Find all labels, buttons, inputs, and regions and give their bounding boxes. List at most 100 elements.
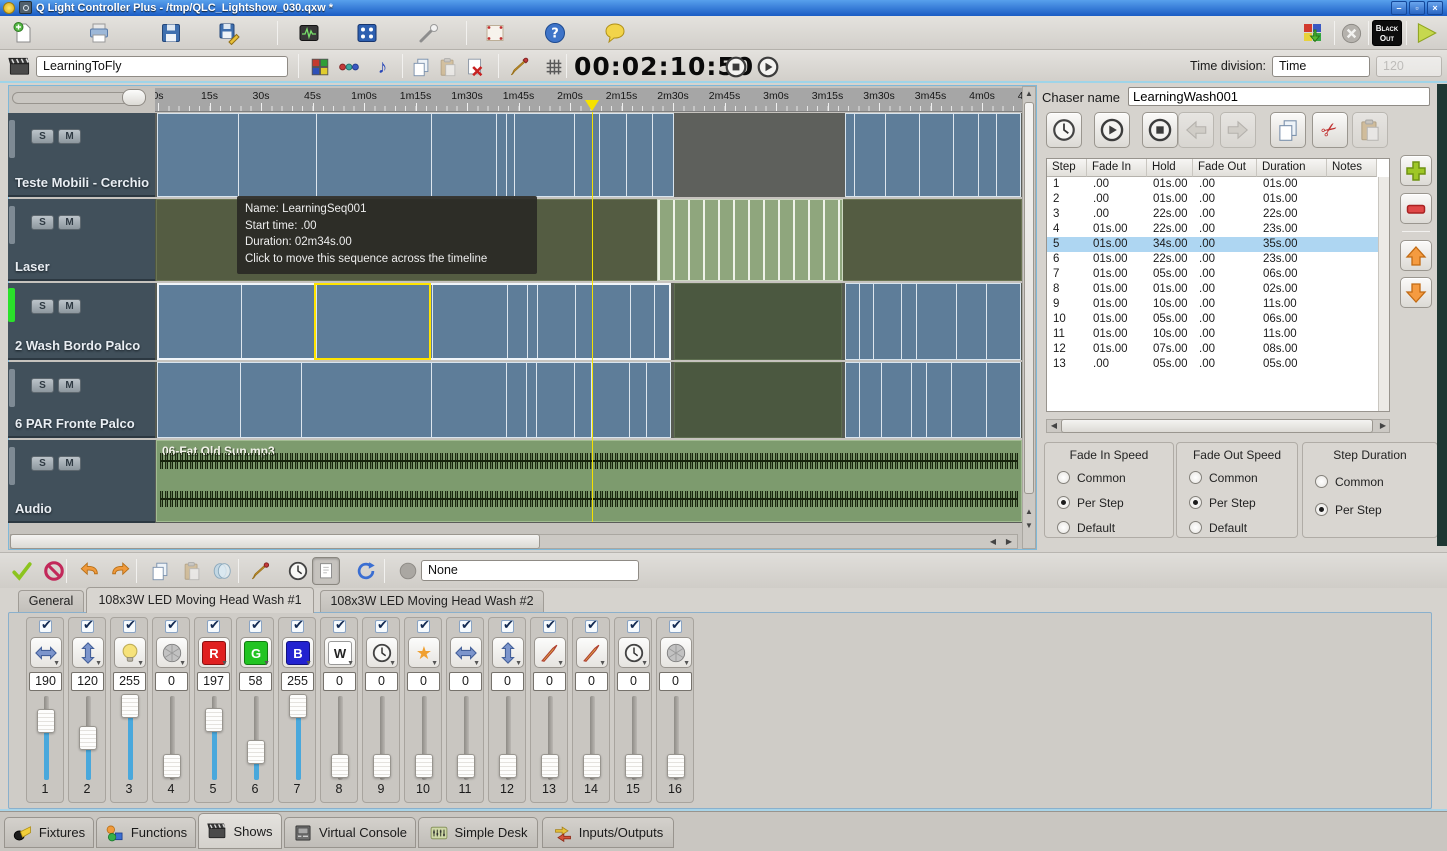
clone-button[interactable] [208,557,236,585]
playhead-marker-icon[interactable] [585,100,599,111]
mute-button[interactable]: M [58,215,81,230]
solo-button[interactable]: S [31,299,54,314]
paste-button[interactable] [178,557,206,585]
add-chaser-button[interactable] [335,54,362,80]
tool-icon[interactable]: ▼ [576,637,608,668]
mute-button[interactable]: M [58,129,81,144]
channel-enable-checkbox[interactable] [585,620,598,633]
solo-button[interactable]: S [31,129,54,144]
channel-value[interactable]: 255 [113,672,146,691]
tab-inputs-outputs[interactable]: Inputs/Outputs [542,817,674,848]
bpm-spinner[interactable]: 120 [1376,56,1442,77]
radio-per-step[interactable] [1315,503,1328,516]
channel-enable-checkbox[interactable] [459,620,472,633]
channel-value[interactable]: 120 [71,672,104,691]
channel-value[interactable]: 255 [281,672,314,691]
dmx-panel-button[interactable] [352,19,382,47]
restore-button[interactable]: ▫ [1409,1,1425,15]
stop-all-button[interactable] [1338,20,1364,46]
chaser-paste-button[interactable] [1352,112,1388,148]
track-zoom-handle[interactable] [122,89,146,106]
disable-button[interactable] [40,557,68,585]
vscroll-thumb[interactable] [1024,102,1034,494]
red-icon[interactable]: R▼ [198,637,230,668]
blind-button[interactable] [394,557,422,585]
gobo-icon[interactable]: ▼ [156,637,188,668]
channel-slider-handle[interactable] [205,708,223,732]
fixture-tab-2[interactable]: 108x3W LED Moving Head Wash #2 [320,590,544,613]
scroll-right-icon[interactable]: ▶ [1377,420,1389,432]
channel-slider-handle[interactable] [37,709,55,733]
stop-playback-button[interactable] [723,54,748,79]
step-row[interactable]: 501s.0034s.00.0035s.00 [1047,237,1389,252]
channel-slider-handle[interactable] [667,754,685,778]
paste-button[interactable] [435,54,461,80]
chaser-arrow-left-button[interactable] [1178,112,1214,148]
run-show-button[interactable] [1412,19,1440,47]
audio-sequence-block[interactable]: 06-Fat Old Sun.mp3 [156,440,1022,522]
channel-enable-checkbox[interactable] [165,620,178,633]
play-playback-button[interactable] [755,54,780,79]
scroll-up-icon[interactable]: ▲ [1023,506,1035,518]
step-minus-button[interactable] [1400,193,1432,224]
fixture-tab-1[interactable]: 108x3W LED Moving Head Wash #1 [86,587,314,613]
sequence-block[interactable] [674,283,842,360]
channel-enable-checkbox[interactable] [207,620,220,633]
tilt-icon[interactable]: ▼ [72,637,104,668]
channel-enable-checkbox[interactable] [417,620,430,633]
channel-slider-handle[interactable] [415,754,433,778]
grid-button[interactable] [541,54,567,80]
paint-button[interactable] [246,557,274,585]
track-header[interactable]: SMLaser [8,199,155,281]
radio-per-step[interactable] [1189,496,1202,509]
channel-enable-checkbox[interactable] [291,620,304,633]
scroll-right-icon[interactable]: ▶ [1002,536,1016,548]
copy-button[interactable] [146,557,174,585]
track-header[interactable]: SM2 Wash Bordo Palco [8,283,155,360]
table-hscroll-thumb[interactable] [1061,419,1373,433]
channel-slider-handle[interactable] [541,754,559,778]
channel-value[interactable]: 197 [197,672,230,691]
step-row[interactable]: 701s.0005s.00.0006s.00 [1047,267,1377,282]
scroll-down-icon[interactable]: ▼ [1023,520,1035,532]
snapshot-button[interactable] [312,557,340,585]
track-header[interactable]: SMTeste Mobili - Cerchio [8,113,155,197]
channel-enable-checkbox[interactable] [669,620,682,633]
tab-shows[interactable]: Shows [198,813,282,849]
save-button[interactable] [156,19,186,47]
channel-enable-checkbox[interactable] [81,620,94,633]
add-scene-button[interactable] [306,54,333,80]
selected-step-outline[interactable] [314,283,431,360]
fixture-tab-0[interactable]: General [18,590,84,613]
gobo-icon[interactable]: ▼ [660,637,692,668]
unfold-right-button[interactable] [106,557,134,585]
chaser-stop-circle-button[interactable] [1142,112,1178,148]
step-row[interactable]: 3.0022s.00.0022s.00 [1047,207,1377,222]
unfold-left-button[interactable] [76,557,104,585]
channel-value[interactable]: 0 [533,672,566,691]
channel-enable-checkbox[interactable] [123,620,136,633]
channel-value[interactable]: 0 [407,672,440,691]
channel-enable-checkbox[interactable] [249,620,262,633]
step-row[interactable]: 1001s.0005s.00.0006s.00 [1047,312,1377,327]
channel-slider-handle[interactable] [247,740,265,764]
fixture-palette-button[interactable] [1298,19,1328,47]
close-button[interactable]: × [1427,1,1443,15]
minimize-button[interactable]: – [1391,1,1407,15]
channel-slider-handle[interactable] [457,754,475,778]
speed-icon[interactable]: ▼ [618,637,650,668]
column-header-fade-out[interactable]: Fade Out [1193,159,1257,177]
channel-value[interactable]: 0 [449,672,482,691]
sequence-block[interactable] [657,199,843,281]
column-header-fade-in[interactable]: Fade In [1087,159,1147,177]
tab-simple-desk[interactable]: Simple Desk [418,817,538,848]
scroll-left-icon[interactable]: ◀ [986,536,1000,548]
solo-button[interactable]: S [31,215,54,230]
mute-button[interactable]: M [58,299,81,314]
solo-button[interactable]: S [31,456,54,471]
step-row[interactable]: 1101s.0010s.00.0011s.00 [1047,327,1377,342]
step-row[interactable]: 1.0001s.00.0001s.00 [1047,177,1377,192]
chaser-name-input[interactable] [1128,87,1430,106]
column-header-notes[interactable]: Notes [1327,159,1377,177]
printer-button[interactable] [84,19,114,47]
